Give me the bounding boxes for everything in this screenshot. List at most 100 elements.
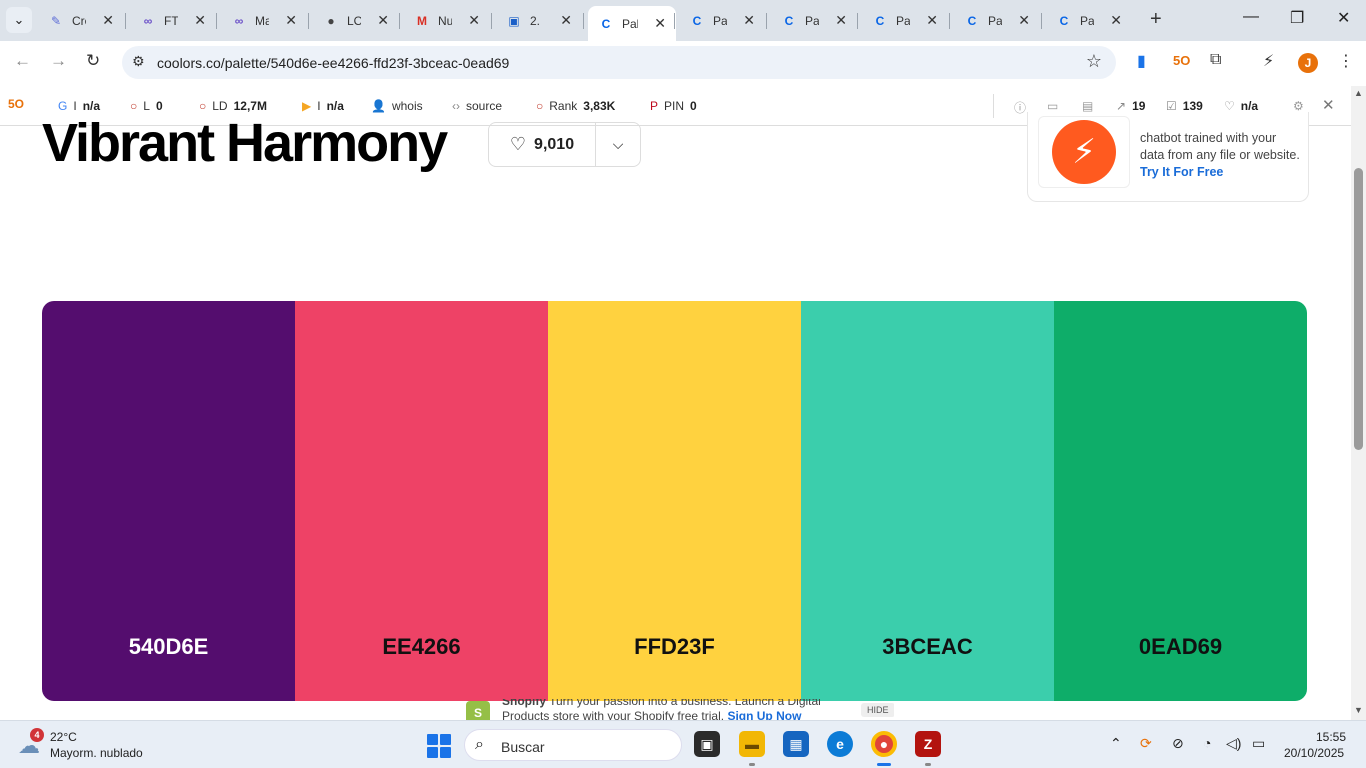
battery-icon[interactable]: ▭ bbox=[1252, 735, 1265, 752]
browser-tab[interactable]: ∞ FTP ✕ bbox=[130, 6, 216, 35]
seo-stat[interactable]: ☑ 139 bbox=[1166, 99, 1203, 113]
color-hex-label[interactable]: EE4266 bbox=[295, 634, 548, 660]
tab-close-icon[interactable]: ✕ bbox=[102, 12, 114, 29]
extensions-puzzle-icon[interactable]: ⧉ bbox=[1210, 51, 1221, 69]
color-hex-label[interactable]: FFD23F bbox=[548, 634, 801, 660]
seo-metric[interactable]: ‹› source bbox=[452, 99, 508, 113]
color-swatch[interactable]: 3BCEAC bbox=[801, 301, 1054, 701]
start-button[interactable] bbox=[427, 734, 451, 758]
browser-tab[interactable]: C Pale ✕ bbox=[679, 6, 765, 35]
site-settings-icon[interactable]: ⚙ bbox=[132, 53, 145, 70]
document-icon[interactable]: ▤ bbox=[1082, 99, 1093, 113]
store-icon[interactable]: ▦ bbox=[783, 731, 809, 757]
wifi-icon[interactable]: ◔ bbox=[1203, 735, 1211, 751]
weather-description[interactable]: Mayorm. nublado bbox=[50, 746, 143, 760]
seo-logo-icon[interactable]: 5O bbox=[8, 97, 24, 111]
tab-search-button[interactable]: ⌄ bbox=[6, 7, 32, 33]
shopify-banner[interactable]: S Shopify Turn your passion into a busin… bbox=[458, 699, 894, 720]
tab-close-icon[interactable]: ✕ bbox=[377, 12, 389, 29]
taskbar-search[interactable]: ⌕ Buscar bbox=[464, 729, 682, 761]
close-toolbar-icon[interactable]: ✕ bbox=[1322, 96, 1335, 114]
color-hex-label[interactable]: 3BCEAC bbox=[801, 634, 1054, 660]
menu-kebab-icon[interactable]: ⋮ bbox=[1338, 51, 1354, 71]
clock-time[interactable]: 15:55 bbox=[1316, 730, 1346, 744]
more-options-button[interactable]: ⌵ bbox=[596, 123, 640, 166]
seo-stat[interactable]: ♡ n/a bbox=[1224, 99, 1258, 113]
ad-card[interactable]: ⚡ chatbot trained with your data from an… bbox=[1027, 112, 1309, 202]
browser-tab[interactable]: C Pale ✕ bbox=[771, 6, 857, 35]
filezilla-icon[interactable]: Z bbox=[915, 731, 941, 757]
tab-close-icon[interactable]: ✕ bbox=[654, 15, 666, 32]
seo-metric[interactable]: ○ Rank 3,83K bbox=[536, 99, 615, 113]
volume-icon[interactable]: ◁) bbox=[1226, 735, 1241, 752]
translate-extension-icon[interactable]: ▮ bbox=[1137, 51, 1146, 71]
shopify-signup-link[interactable]: Sign Up Now bbox=[727, 709, 801, 720]
seo-metric[interactable]: ○ L 0 bbox=[130, 99, 163, 113]
url-text[interactable]: coolors.co/palette/540d6e-ee4266-ffd23f-… bbox=[157, 55, 509, 71]
scroll-down-icon[interactable]: ▼ bbox=[1354, 705, 1363, 715]
tab-close-icon[interactable]: ✕ bbox=[560, 12, 572, 29]
browser-tab[interactable]: C Pale ✕ bbox=[1046, 6, 1132, 35]
seo-metric[interactable]: P PIN 0 bbox=[650, 99, 697, 113]
tab-close-icon[interactable]: ✕ bbox=[285, 12, 297, 29]
scrollbar-thumb[interactable] bbox=[1354, 168, 1363, 450]
tab-close-icon[interactable]: ✕ bbox=[468, 12, 480, 29]
seo-metric[interactable]: 👤 whois bbox=[371, 99, 429, 113]
gear-icon[interactable]: ⚙ bbox=[1293, 99, 1304, 113]
browser-tab[interactable]: C Pale ✕ bbox=[862, 6, 948, 35]
tab-close-icon[interactable]: ✕ bbox=[743, 12, 755, 29]
tab-close-icon[interactable]: ✕ bbox=[1110, 12, 1122, 29]
back-button[interactable]: ← bbox=[14, 51, 31, 71]
tab-close-icon[interactable]: ✕ bbox=[1018, 12, 1030, 29]
forward-button[interactable]: → bbox=[50, 51, 67, 71]
seo-metric[interactable]: G In/a bbox=[58, 99, 100, 113]
browser-tab[interactable]: ▣ 2. Pl ✕ bbox=[496, 6, 582, 35]
like-button[interactable]: ♡ 9,010 bbox=[489, 123, 596, 166]
hide-banner-button[interactable]: HIDE bbox=[861, 703, 894, 717]
minimize-button[interactable]: — bbox=[1243, 8, 1259, 26]
reload-button[interactable]: ↻ bbox=[86, 51, 100, 71]
seo-metric[interactable]: ▶ In/a bbox=[302, 99, 344, 113]
edge-icon[interactable]: e bbox=[827, 731, 853, 757]
tab-close-icon[interactable]: ✕ bbox=[926, 12, 938, 29]
weather-temperature[interactable]: 22°C bbox=[50, 730, 77, 744]
color-hex-label[interactable]: 0EAD69 bbox=[1054, 634, 1307, 660]
info-icon[interactable]: ⓘ bbox=[1014, 99, 1026, 116]
chevron-up-icon[interactable]: ⌃ bbox=[1110, 735, 1122, 752]
browser-tab[interactable]: M Nue ✕ bbox=[404, 6, 490, 35]
sync-icon[interactable]: ⟳ bbox=[1140, 735, 1152, 752]
profile-avatar[interactable]: J bbox=[1298, 53, 1318, 73]
color-swatch[interactable]: 540D6E bbox=[42, 301, 295, 701]
task-view-icon[interactable]: ▣ bbox=[694, 731, 720, 757]
restore-button[interactable]: ❐ bbox=[1290, 8, 1304, 28]
new-tab-button[interactable]: + bbox=[1150, 8, 1162, 31]
tab-close-icon[interactable]: ✕ bbox=[835, 12, 847, 29]
page-scrollbar[interactable]: ▲ ▼ bbox=[1351, 86, 1366, 720]
camera-off-icon[interactable]: ⊘ bbox=[1172, 735, 1184, 752]
clock-date[interactable]: 20/10/2025 bbox=[1284, 746, 1344, 760]
ad-link[interactable]: Try It For Free bbox=[1140, 165, 1223, 179]
color-swatch[interactable]: EE4266 bbox=[295, 301, 548, 701]
file-explorer-icon[interactable]: ▬ bbox=[739, 731, 765, 757]
browser-tab[interactable]: C Pale ✕ bbox=[954, 6, 1040, 35]
seo-stat[interactable]: ↗ 19 bbox=[1116, 99, 1145, 113]
seo-stat-icon: ♡ bbox=[1224, 99, 1235, 113]
browser-tab[interactable]: C Pale ✕ bbox=[588, 6, 676, 41]
browser-tab[interactable]: ∞ Mar ✕ bbox=[221, 6, 307, 35]
bookmark-star-icon[interactable]: ☆ bbox=[1086, 51, 1102, 72]
color-swatch[interactable]: FFD23F bbox=[548, 301, 801, 701]
browser-tab[interactable]: ✎ Crea ✕ bbox=[38, 6, 124, 35]
tab-close-icon[interactable]: ✕ bbox=[194, 12, 206, 29]
monitor-icon[interactable]: ▭ bbox=[1047, 99, 1058, 113]
seo-metric[interactable]: ○ LD 12,7M bbox=[199, 99, 267, 113]
performance-icon[interactable]: ⚡ bbox=[1263, 51, 1274, 71]
address-bar[interactable]: ⚙ coolors.co/palette/540d6e-ee4266-ffd23… bbox=[122, 46, 1116, 79]
chrome-icon[interactable]: ● bbox=[871, 731, 897, 757]
seo-extension-icon[interactable]: 5O bbox=[1173, 53, 1190, 68]
color-hex-label[interactable]: 540D6E bbox=[42, 634, 295, 660]
taskbar: ☁ 4 22°C Mayorm. nublado ⌕ Buscar ▣ ▬ ▦ … bbox=[0, 720, 1366, 768]
scroll-up-icon[interactable]: ▲ bbox=[1354, 88, 1363, 98]
color-swatch[interactable]: 0EAD69 bbox=[1054, 301, 1307, 701]
close-window-button[interactable]: ✕ bbox=[1337, 8, 1350, 28]
browser-tab[interactable]: ● LOT ✕ bbox=[313, 6, 399, 35]
